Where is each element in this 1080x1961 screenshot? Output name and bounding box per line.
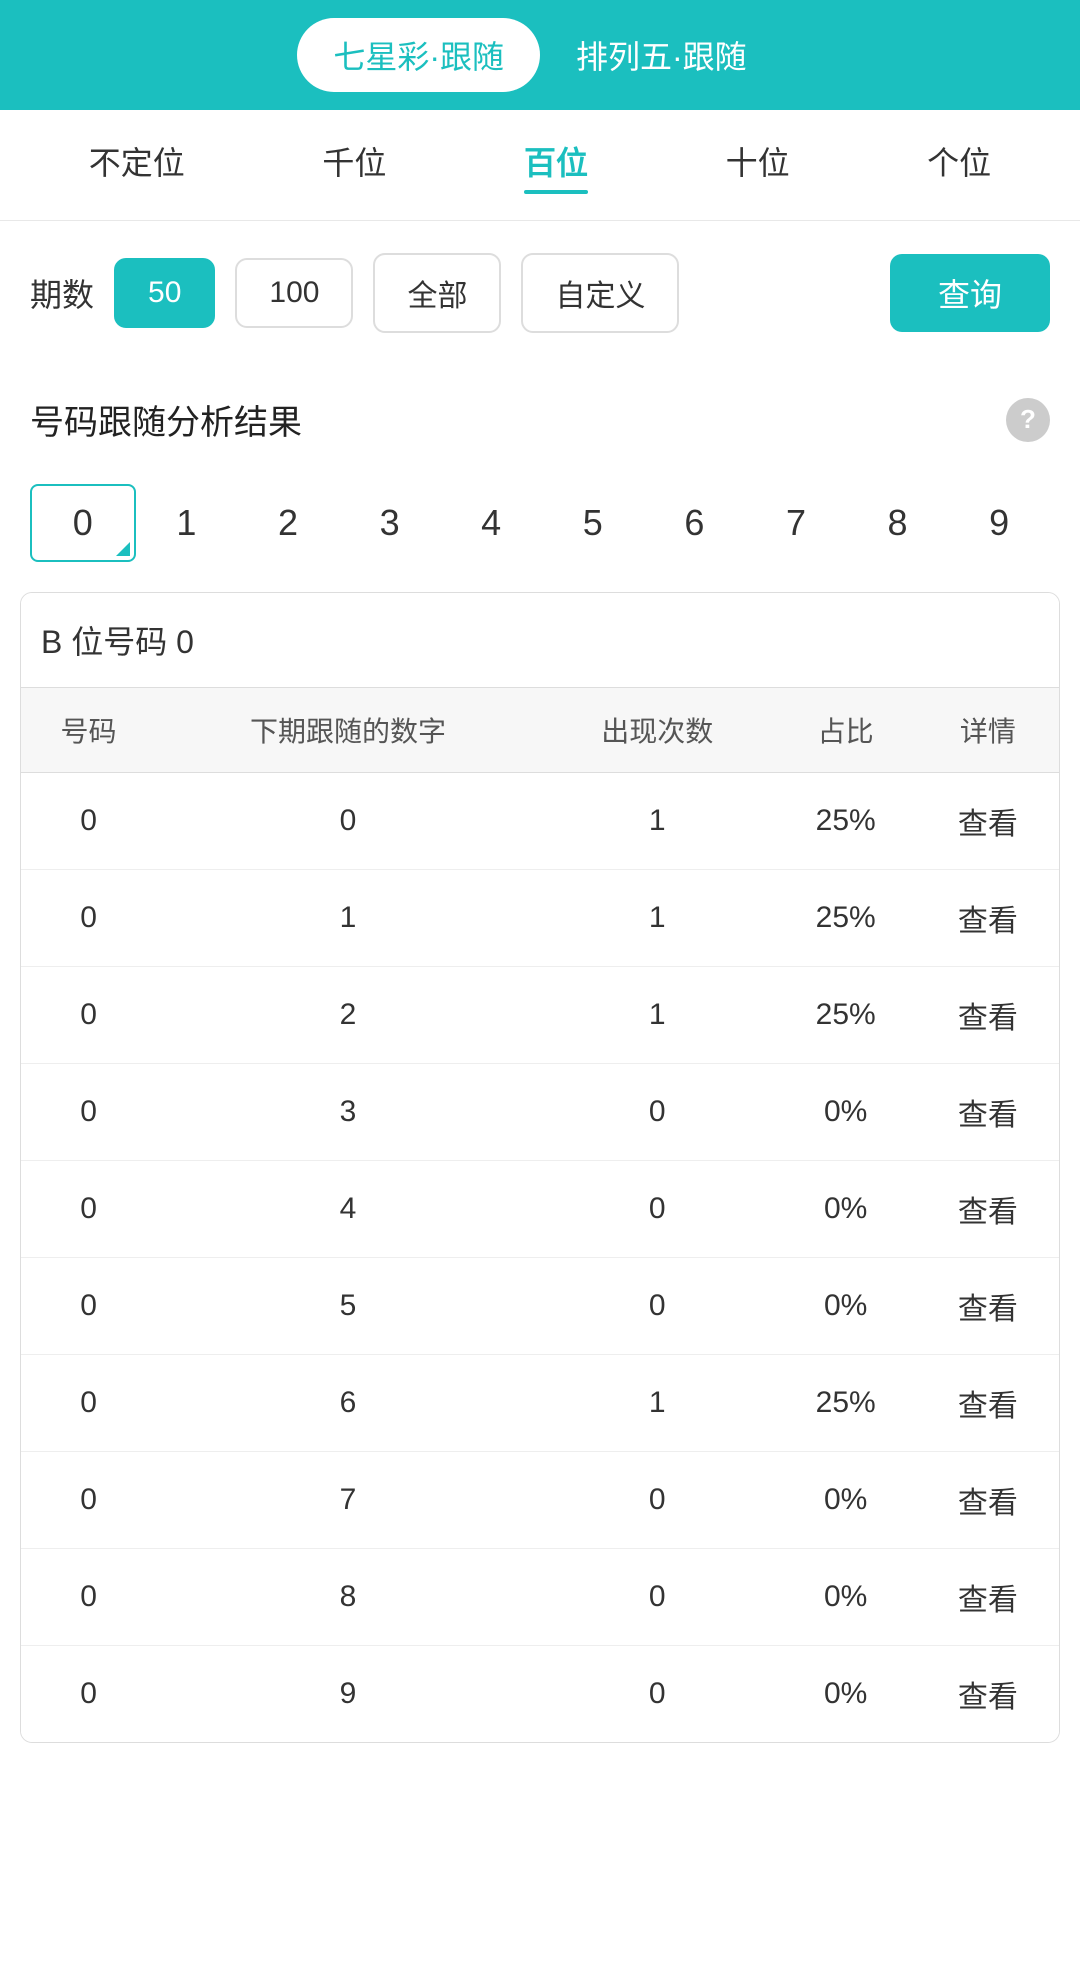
cell-ratio: 0% (775, 1258, 917, 1355)
cell-detail[interactable]: 查看 (917, 1258, 1059, 1355)
cell-ratio: 0% (775, 1161, 917, 1258)
cell-haoma: 0 (21, 1549, 156, 1646)
cell-detail[interactable]: 查看 (917, 870, 1059, 967)
cell-detail[interactable]: 查看 (917, 967, 1059, 1064)
period-btn-50[interactable]: 50 (114, 258, 215, 328)
table-row: 0 8 0 0% 查看 (21, 1549, 1059, 1646)
cell-haoma: 0 (21, 870, 156, 967)
analysis-title: 号码跟随分析结果 (30, 395, 302, 444)
help-icon[interactable]: ? (1006, 398, 1050, 442)
cell-count: 0 (540, 1452, 775, 1549)
cell-count: 1 (540, 1355, 775, 1452)
cell-count: 0 (540, 1161, 775, 1258)
cell-next: 9 (156, 1646, 540, 1743)
cell-detail[interactable]: 查看 (917, 1161, 1059, 1258)
col-ratio: 占比 (775, 688, 917, 773)
cell-ratio: 25% (775, 967, 917, 1064)
cell-count: 1 (540, 967, 775, 1064)
cell-next: 0 (156, 773, 540, 870)
cell-count: 0 (540, 1549, 775, 1646)
cell-next: 3 (156, 1064, 540, 1161)
table-row: 0 1 1 25% 查看 (21, 870, 1059, 967)
cell-count: 1 (540, 870, 775, 967)
analysis-title-row: 号码跟随分析结果 ? (0, 365, 1080, 464)
cell-next: 6 (156, 1355, 540, 1452)
cell-detail[interactable]: 查看 (917, 1452, 1059, 1549)
query-button[interactable]: 查询 (890, 254, 1050, 332)
cell-haoma: 0 (21, 773, 156, 870)
period-section: 期数 50 100 全部 自定义 查询 (0, 221, 1080, 365)
cell-next: 4 (156, 1161, 540, 1258)
cell-count: 1 (540, 773, 775, 870)
cell-count: 0 (540, 1646, 775, 1743)
col-detail: 详情 (917, 688, 1059, 773)
cell-detail[interactable]: 查看 (917, 773, 1059, 870)
table-row: 0 9 0 0% 查看 (21, 1646, 1059, 1743)
cell-next: 8 (156, 1549, 540, 1646)
cell-haoma: 0 (21, 1064, 156, 1161)
table-row: 0 4 0 0% 查看 (21, 1161, 1059, 1258)
cell-next: 1 (156, 870, 540, 967)
number-item-5[interactable]: 5 (542, 486, 644, 560)
header-tab-pailiuwu[interactable]: 排列五·跟随 (540, 18, 783, 92)
cell-next: 5 (156, 1258, 540, 1355)
position-tab-gewei[interactable]: 个位 (927, 138, 991, 192)
number-item-9[interactable]: 9 (948, 486, 1050, 560)
cell-count: 0 (540, 1258, 775, 1355)
cell-haoma: 0 (21, 1258, 156, 1355)
cell-ratio: 0% (775, 1452, 917, 1549)
position-tab-budingwei[interactable]: 不定位 (89, 138, 185, 192)
col-count: 出现次数 (540, 688, 775, 773)
cell-next: 7 (156, 1452, 540, 1549)
cell-ratio: 0% (775, 1646, 917, 1743)
cell-detail[interactable]: 查看 (917, 1549, 1059, 1646)
number-item-1[interactable]: 1 (136, 486, 238, 560)
cell-ratio: 0% (775, 1549, 917, 1646)
period-label: 期数 (30, 270, 94, 316)
period-btn-custom[interactable]: 自定义 (521, 253, 679, 333)
position-tab-qianwei[interactable]: 千位 (322, 138, 386, 192)
cell-detail[interactable]: 查看 (917, 1064, 1059, 1161)
cell-haoma: 0 (21, 1452, 156, 1549)
cell-ratio: 25% (775, 773, 917, 870)
number-item-8[interactable]: 8 (847, 486, 949, 560)
cell-haoma: 0 (21, 1161, 156, 1258)
cell-haoma: 0 (21, 1355, 156, 1452)
position-tab-baiwei[interactable]: 百位 (524, 138, 588, 192)
number-item-4[interactable]: 4 (440, 486, 542, 560)
table-row: 0 6 1 25% 查看 (21, 1355, 1059, 1452)
number-item-6[interactable]: 6 (644, 486, 746, 560)
header-tab-qixingcai[interactable]: 七星彩·跟随 (297, 18, 540, 92)
table-row: 0 7 0 0% 查看 (21, 1452, 1059, 1549)
table-title: B 位号码 0 (21, 593, 1059, 688)
cell-ratio: 25% (775, 870, 917, 967)
period-btn-all[interactable]: 全部 (373, 253, 501, 333)
table-row: 0 3 0 0% 查看 (21, 1064, 1059, 1161)
col-haoma: 号码 (21, 688, 156, 773)
col-next: 下期跟随的数字 (156, 688, 540, 773)
number-item-2[interactable]: 2 (237, 486, 339, 560)
number-item-7[interactable]: 7 (745, 486, 847, 560)
table-row: 0 0 1 25% 查看 (21, 773, 1059, 870)
table-header-row: 号码 下期跟随的数字 出现次数 占比 详情 (21, 688, 1059, 773)
period-btn-100[interactable]: 100 (235, 258, 353, 328)
number-item-0[interactable]: 0 (30, 484, 136, 562)
number-selector: 0 1 2 3 4 5 6 7 8 9 (0, 464, 1080, 592)
position-tabs: 不定位 千位 百位 十位 个位 (0, 110, 1080, 221)
position-tab-shiwei[interactable]: 十位 (726, 138, 790, 192)
cell-detail[interactable]: 查看 (917, 1355, 1059, 1452)
table-row: 0 5 0 0% 查看 (21, 1258, 1059, 1355)
cell-ratio: 0% (775, 1064, 917, 1161)
data-table: 号码 下期跟随的数字 出现次数 占比 详情 0 0 1 25% 查看 0 1 1… (21, 688, 1059, 1742)
cell-ratio: 25% (775, 1355, 917, 1452)
cell-count: 0 (540, 1064, 775, 1161)
cell-haoma: 0 (21, 967, 156, 1064)
cell-next: 2 (156, 967, 540, 1064)
header: 七星彩·跟随 排列五·跟随 (0, 0, 1080, 110)
cell-haoma: 0 (21, 1646, 156, 1743)
table-row: 0 2 1 25% 查看 (21, 967, 1059, 1064)
number-item-3[interactable]: 3 (339, 486, 441, 560)
data-table-container: B 位号码 0 号码 下期跟随的数字 出现次数 占比 详情 0 0 1 25% … (20, 592, 1060, 1743)
cell-detail[interactable]: 查看 (917, 1646, 1059, 1743)
